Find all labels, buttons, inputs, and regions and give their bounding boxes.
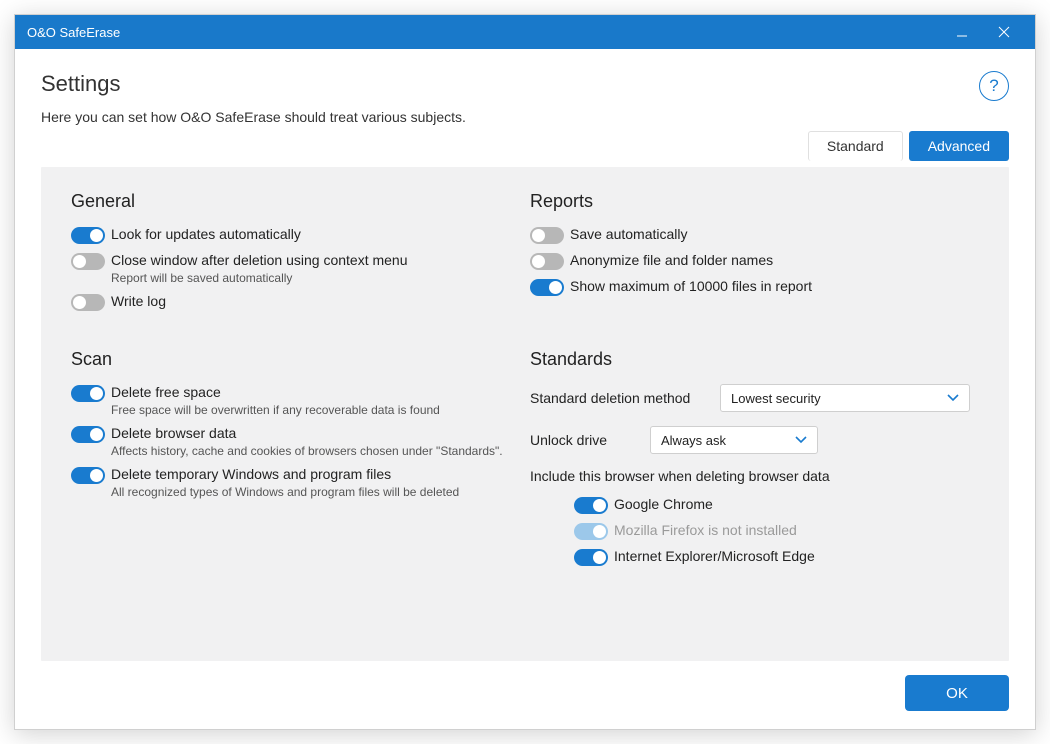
tab-advanced[interactable]: Advanced xyxy=(909,131,1009,161)
row-max-files: Show maximum of 10000 files in report xyxy=(530,278,979,296)
sub-browser-data: Affects history, cache and cookies of br… xyxy=(111,444,520,458)
row-close-window: Close window after deletion using contex… xyxy=(71,252,520,285)
label-max-files: Show maximum of 10000 files in report xyxy=(570,278,979,294)
tab-standard[interactable]: Standard xyxy=(808,131,903,161)
label-close-window: Close window after deletion using contex… xyxy=(111,252,520,268)
row-temp-files: Delete temporary Windows and program fil… xyxy=(71,466,520,499)
label-browser-data: Delete browser data xyxy=(111,425,520,441)
label-free-space: Delete free space xyxy=(111,384,520,400)
ok-button[interactable]: OK xyxy=(905,675,1009,711)
select-deletion-method-value: Lowest security xyxy=(731,391,821,406)
label-write-log: Write log xyxy=(111,293,520,309)
label-updates: Look for updates automatically xyxy=(111,226,520,242)
header-left: Settings Here you can set how O&O SafeEr… xyxy=(41,71,979,125)
minimize-button[interactable] xyxy=(941,15,983,49)
toggle-write-log[interactable] xyxy=(71,294,105,311)
sub-close-window: Report will be saved automatically xyxy=(111,271,520,285)
label-include-browsers: Include this browser when deleting brows… xyxy=(530,468,979,484)
label-unlock-drive: Unlock drive xyxy=(530,432,650,448)
row-updates: Look for updates automatically xyxy=(71,226,520,244)
row-browser-data: Delete browser data Affects history, cac… xyxy=(71,425,520,458)
footer: OK xyxy=(15,661,1035,729)
page-subtitle: Here you can set how O&O SafeErase shoul… xyxy=(41,109,979,125)
section-title-reports: Reports xyxy=(530,191,979,212)
label-save-auto: Save automatically xyxy=(570,226,979,242)
label-deletion-method: Standard deletion method xyxy=(530,390,720,406)
label-temp-files: Delete temporary Windows and program fil… xyxy=(111,466,520,482)
settings-panel: General Look for updates automatically C… xyxy=(41,167,1009,661)
sub-free-space: Free space will be overwritten if any re… xyxy=(111,403,520,417)
section-scan: Scan Delete free space Free space will b… xyxy=(71,349,520,574)
browser-list: Google Chrome Mozilla Firefox is not ins… xyxy=(574,496,979,566)
toggle-firefox xyxy=(574,523,608,540)
page-title: Settings xyxy=(41,71,979,97)
select-unlock-drive[interactable]: Always ask xyxy=(650,426,818,454)
tabs: Standard Advanced xyxy=(808,131,1009,161)
row-unlock-drive: Unlock drive Always ask xyxy=(530,426,979,454)
toggle-max-files[interactable] xyxy=(530,279,564,296)
select-deletion-method[interactable]: Lowest security xyxy=(720,384,970,412)
titlebar: O&O SafeErase xyxy=(15,15,1035,49)
row-anonymize: Anonymize file and folder names xyxy=(530,252,979,270)
toggle-chrome[interactable] xyxy=(574,497,608,514)
label-chrome: Google Chrome xyxy=(614,496,979,512)
sub-temp-files: All recognized types of Windows and prog… xyxy=(111,485,520,499)
app-window: O&O SafeErase Settings Here you can set … xyxy=(14,14,1036,730)
row-deletion-method: Standard deletion method Lowest security xyxy=(530,384,979,412)
toggle-close-window[interactable] xyxy=(71,253,105,270)
row-save-auto: Save automatically xyxy=(530,226,979,244)
section-title-scan: Scan xyxy=(71,349,520,370)
label-edge: Internet Explorer/Microsoft Edge xyxy=(614,548,979,564)
section-title-standards: Standards xyxy=(530,349,979,370)
toggle-save-auto[interactable] xyxy=(530,227,564,244)
section-title-general: General xyxy=(71,191,520,212)
section-general: General Look for updates automatically C… xyxy=(71,191,520,319)
chevron-down-icon xyxy=(795,436,807,444)
header: Settings Here you can set how O&O SafeEr… xyxy=(15,49,1035,125)
row-chrome: Google Chrome xyxy=(574,496,979,514)
toggle-edge[interactable] xyxy=(574,549,608,566)
toggle-anonymize[interactable] xyxy=(530,253,564,270)
row-free-space: Delete free space Free space will be ove… xyxy=(71,384,520,417)
toggle-browser-data[interactable] xyxy=(71,426,105,443)
row-write-log: Write log xyxy=(71,293,520,311)
app-title: O&O SafeErase xyxy=(27,25,941,40)
section-reports: Reports Save automatically Anonymize fil… xyxy=(530,191,979,319)
chevron-down-icon xyxy=(947,394,959,402)
toggle-temp-files[interactable] xyxy=(71,467,105,484)
row-edge: Internet Explorer/Microsoft Edge xyxy=(574,548,979,566)
close-button[interactable] xyxy=(983,15,1025,49)
row-firefox: Mozilla Firefox is not installed xyxy=(574,522,979,540)
label-anonymize: Anonymize file and folder names xyxy=(570,252,979,268)
select-unlock-drive-value: Always ask xyxy=(661,433,726,448)
toggle-updates[interactable] xyxy=(71,227,105,244)
help-icon: ? xyxy=(989,76,998,96)
help-button[interactable]: ? xyxy=(979,71,1009,101)
label-firefox: Mozilla Firefox is not installed xyxy=(614,522,979,538)
section-standards: Standards Standard deletion method Lowes… xyxy=(530,349,979,574)
close-icon xyxy=(998,26,1010,38)
minimize-icon xyxy=(956,26,968,38)
toggle-free-space[interactable] xyxy=(71,385,105,402)
